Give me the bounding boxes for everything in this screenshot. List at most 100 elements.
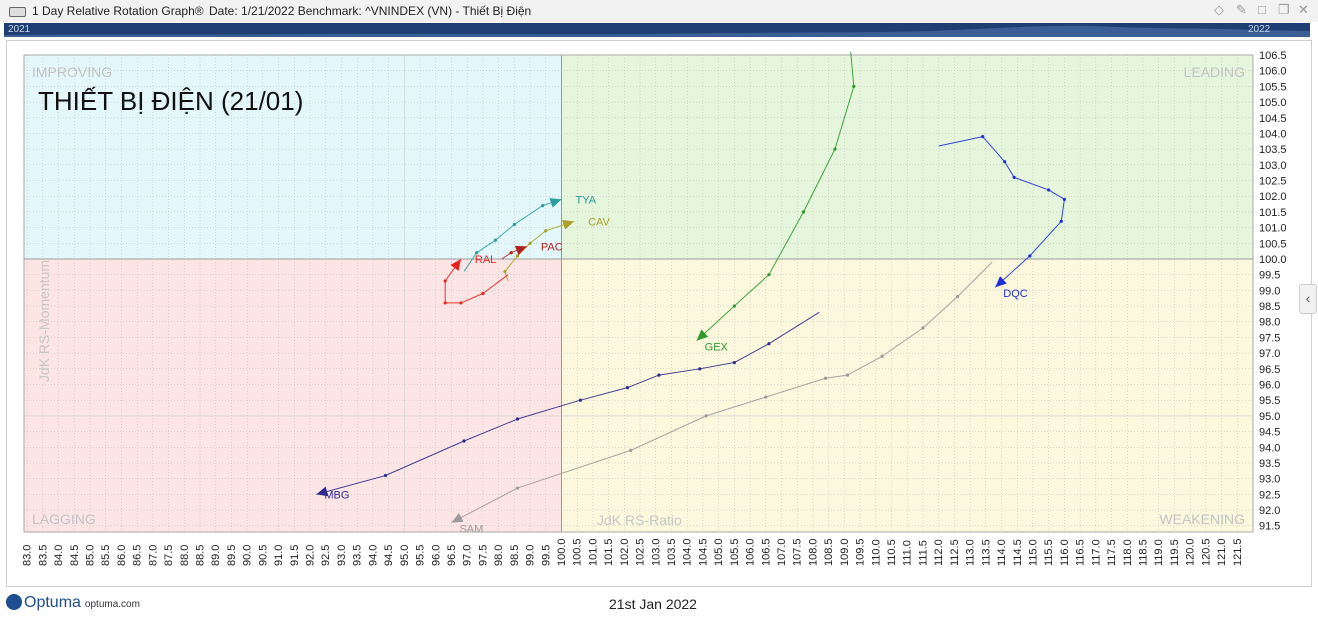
quadrant-label-weakening: WEAKENING [1159,511,1245,527]
x-tick-label: 95.5 [415,545,427,566]
chart-title: THIẾT BỊ ĐIỆN (21/01) [38,86,303,116]
series-label-dqc: DQC [1003,288,1028,300]
series-point [704,414,708,418]
restore-icon[interactable]: ❐ [1278,2,1290,18]
x-tick-label: 118.0 [1122,539,1134,566]
x-tick-label: 112.0 [933,539,945,566]
x-tick-label: 110.0 [870,539,882,566]
x-axis-label: JdK RS-Ratio [597,512,682,528]
series-point [845,373,850,377]
y-tick-label: 91.5 [1259,521,1280,533]
series-point [541,204,545,208]
rrg-chart[interactable]: IMPROVING LEADING LAGGING WEAKENING JdK RS-… [7,41,1311,586]
optuma-logo: Optuma optuma.com [6,594,140,612]
x-tick-label: 88.0 [179,545,191,566]
y-tick-label: 104.5 [1259,113,1287,125]
y-axis-label: JdK RS-Momentum [36,260,52,382]
x-tick-label: 116.5 [1075,539,1087,566]
y-tick-label: 98.5 [1259,301,1280,313]
x-tick-label: 112.5 [949,539,961,566]
x-tick-label: 111.5 [917,540,929,566]
series-point [1012,175,1016,179]
y-tick-label: 106.5 [1259,50,1287,62]
series-point [625,386,630,390]
x-tick-label: 113.5 [980,539,992,566]
x-tick-label: 86.5 [132,545,144,566]
series-point [732,360,736,365]
series-point [981,134,985,139]
x-tick-label: 106.5 [760,538,772,566]
window-title: 1 Day Relative Rotation Graph® [32,4,204,18]
optuma-logo-mark [6,594,22,610]
x-tick-label: 85.5 [100,545,112,566]
side-panel-toggle[interactable]: ‹ [1299,284,1317,314]
x-tick-label: 98.5 [509,545,521,566]
x-tick-label: 107.5 [792,538,804,566]
maximize-icon[interactable]: □ [1258,2,1266,17]
series-point [955,295,960,299]
series-label-sam: SAM [459,524,483,536]
x-tick-label: 101.0 [587,538,599,566]
x-tick-label: 95.0 [399,545,411,566]
timeline-scrubber[interactable]: 2021 2022 [4,23,1310,37]
y-tick-label: 94.5 [1259,427,1280,439]
series-point [823,376,828,380]
pushpin-icon[interactable]: ✎ [1236,2,1247,18]
y-tick-label: 93.0 [1259,474,1280,486]
quadrant-label-improving: IMPROVING [32,64,112,80]
series-point [383,473,388,478]
series-point [503,269,507,274]
x-tick-label: 99.5 [540,545,552,566]
series-point [509,251,513,255]
timeline-sparkline [4,25,1310,37]
series-point [1028,254,1032,258]
y-tick-label: 96.0 [1259,380,1280,392]
x-tick-label: 116.0 [1059,539,1071,566]
y-tick-label: 101.0 [1259,223,1287,235]
y-tick-label: 95.5 [1259,395,1280,407]
y-tick-label: 99.5 [1259,270,1280,282]
x-tick-label: 86.0 [116,545,128,566]
x-tick-label: 119.0 [1153,539,1165,566]
x-tick-label: 105.5 [729,538,741,566]
logo-url: optuma.com [84,599,140,610]
y-tick-label: 102.5 [1259,176,1287,188]
quadrant-lagging [24,258,562,532]
series-point [462,439,466,443]
x-tick-label: 83.5 [37,545,49,566]
pin-icon[interactable]: ◇ [1214,2,1224,18]
x-tick-label: 121.5 [1232,538,1244,566]
series-point [852,84,856,88]
y-tick-label: 106.0 [1259,66,1287,78]
y-tick-label: 103.5 [1259,144,1287,156]
y-tick-label: 101.5 [1259,207,1287,219]
x-tick-label: 106.0 [745,538,757,566]
x-tick-label: 90.0 [242,545,254,566]
x-tick-label: 117.5 [1106,539,1118,566]
x-tick-label: 120.0 [1185,538,1197,566]
x-tick-label: 102.5 [635,538,647,566]
close-icon[interactable]: ✕ [1298,2,1309,18]
series-point [1062,197,1067,201]
y-tick-label: 93.5 [1259,458,1280,470]
series-point [578,398,582,402]
y-tick-label: 99.0 [1259,285,1280,297]
x-tick-label: 118.5 [1137,539,1149,566]
series-point [698,367,702,371]
logo-brand: Optuma [24,594,81,611]
title-bar: 1 Day Relative Rotation Graph® Date: 1/2… [0,0,1318,22]
x-tick-label: 100.5 [572,538,584,566]
series-point [1047,188,1051,192]
x-tick-label: 93.0 [336,545,348,566]
x-tick-label: 91.0 [273,545,285,566]
series-label-mbg: MBG [324,489,349,501]
x-tick-label: 105.0 [713,538,725,566]
x-tick-label: 96.0 [430,545,442,566]
quadrant-label-lagging: LAGGING [32,511,96,527]
x-tick-label: 94.5 [383,545,395,566]
y-tick-label: 105.5 [1259,81,1287,93]
series-point [1059,219,1063,223]
y-tick-label: 96.5 [1259,364,1280,376]
series-point [1003,160,1007,164]
x-tick-label: 87.0 [147,545,159,566]
